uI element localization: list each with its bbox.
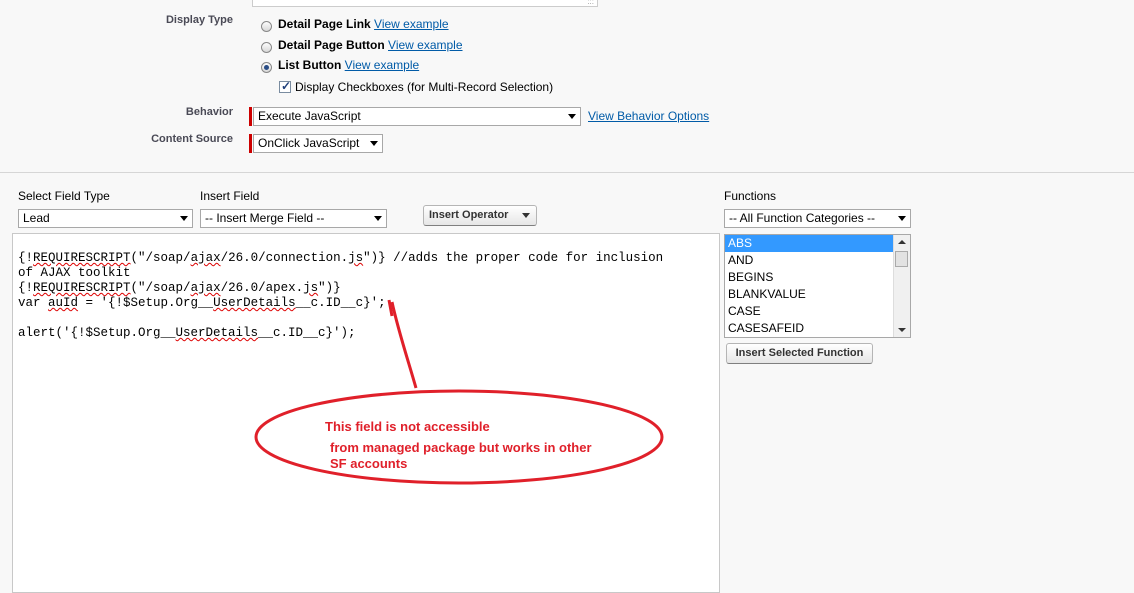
annotation-arrow-line bbox=[390, 301, 418, 389]
annotation-ellipse bbox=[254, 389, 664, 485]
annotation-line-2: from managed package but works in other bbox=[330, 440, 592, 455]
annotation-line-3: SF accounts bbox=[330, 456, 408, 471]
annotation-overlay bbox=[254, 299, 664, 485]
annotation-line-1: This field is not accessible bbox=[325, 419, 490, 434]
